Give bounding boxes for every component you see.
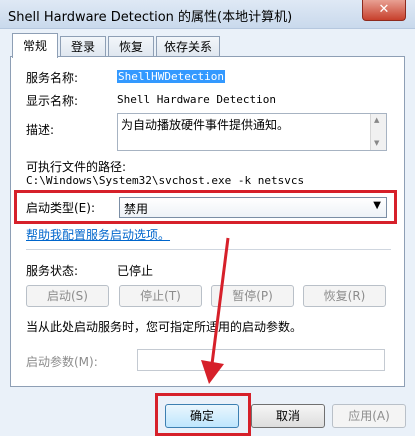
start-button[interactable]: 启动(S)	[26, 285, 109, 307]
general-panel: 服务名称: ShellHWDetection 显示名称: Shell Hardw…	[10, 56, 405, 387]
exe-path-label: 可执行文件的路径:	[26, 160, 127, 174]
title-bar: Shell Hardware Detection 的属性(本地计算机) ✕	[0, 0, 415, 29]
highlight-startup-type	[14, 190, 397, 224]
apply-button[interactable]: 应用(A)	[332, 404, 406, 428]
description-box[interactable]: 为自动播放硬件事件提供通知。 ▲ ▼	[117, 113, 387, 151]
cancel-button[interactable]: 取消	[251, 404, 325, 428]
resume-button[interactable]: 恢复(R)	[303, 285, 386, 307]
service-name-value: ShellHWDetection	[117, 70, 225, 83]
display-name-value[interactable]: Shell Hardware Detection	[117, 93, 276, 106]
description-label: 描述:	[26, 123, 55, 137]
help-link[interactable]: 帮助我配置服务启动选项。	[26, 226, 170, 243]
divider	[26, 249, 391, 250]
exe-path-value[interactable]: C:\Windows\System32\svchost.exe -k netsv…	[26, 174, 304, 187]
close-icon: ✕	[378, 2, 390, 17]
tab-logon[interactable]: 登录	[60, 36, 106, 57]
display-name-label: 显示名称:	[26, 94, 79, 108]
ok-button[interactable]: 确定	[165, 404, 239, 428]
stop-button[interactable]: 停止(T)	[119, 285, 202, 307]
tab-general[interactable]: 常规	[12, 33, 58, 58]
service-name-label: 服务名称:	[26, 71, 79, 85]
service-status-value: 已停止	[117, 264, 154, 278]
start-params-input[interactable]	[137, 349, 385, 371]
start-params-label: 启动参数(M):	[26, 355, 98, 369]
service-name-value-field[interactable]: ShellHWDetection	[117, 70, 225, 83]
description-value: 为自动播放硬件事件提供通知。	[121, 118, 290, 132]
window-title: Shell Hardware Detection 的属性(本地计算机)	[8, 10, 293, 25]
scroll-down-icon[interactable]: ▼	[374, 139, 379, 147]
service-status-label: 服务状态:	[26, 264, 79, 278]
scroll-up-icon[interactable]: ▲	[374, 116, 379, 124]
description-scrollbar[interactable]: ▲ ▼	[370, 114, 386, 150]
start-params-hint: 当从此处启动服务时，您可指定所适用的启动参数。	[26, 320, 303, 334]
close-button[interactable]: ✕	[362, 0, 406, 21]
pause-button[interactable]: 暂停(P)	[211, 285, 294, 307]
tab-dependencies[interactable]: 依存关系	[156, 36, 220, 57]
tab-recovery[interactable]: 恢复	[108, 36, 154, 57]
